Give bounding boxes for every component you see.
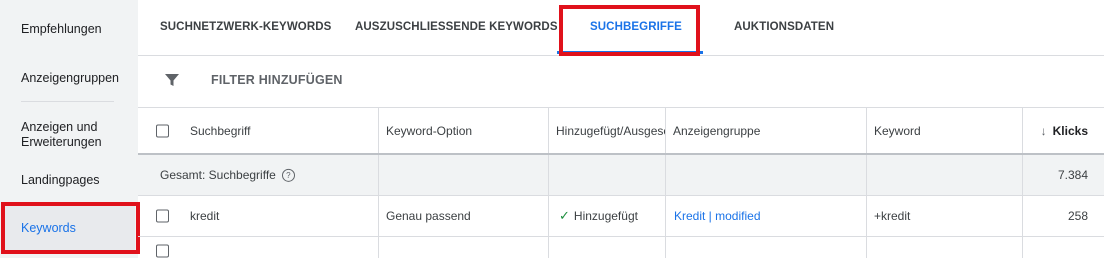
add-filter-button[interactable]: FILTER HINZUFÜGEN xyxy=(211,73,343,87)
tab-bar: SUCHNETZWERK-KEYWORDS AUSZUSCHLIESSENDE … xyxy=(138,0,1104,56)
sidebar-item-keywords[interactable]: Keywords xyxy=(3,204,135,252)
column-header-keyword-option-label: Keyword-Option xyxy=(386,123,473,138)
cell-keyword xyxy=(867,237,1023,258)
tab-suchbegriffe[interactable]: SUCHBEGRIFFE xyxy=(590,21,682,33)
filter-bar: FILTER HINZUFÜGEN xyxy=(138,56,1104,108)
cell-anzeigengruppe: Kredit | modified xyxy=(666,196,867,236)
column-header-suchbegriff-label: Suchbegriff xyxy=(190,123,251,138)
row-checkbox[interactable] xyxy=(156,244,169,258)
sidebar-item-anzeigengruppen[interactable]: Anzeigengruppen xyxy=(21,71,119,86)
total-label-cell: Gesamt: Suchbegriffe? xyxy=(138,155,379,195)
column-header-keyword-option[interactable]: Keyword-Option xyxy=(379,108,549,153)
table-total-row: Gesamt: Suchbegriffe? 7.384 xyxy=(138,155,1104,196)
column-header-keyword-label: Keyword xyxy=(874,123,921,138)
column-header-keyword[interactable]: Keyword xyxy=(867,108,1023,153)
keyword-option-text: Genau passend xyxy=(386,209,471,223)
cell-suchbegriff xyxy=(138,237,379,258)
tab-suchnetzwerk-keywords[interactable]: SUCHNETZWERK-KEYWORDS xyxy=(160,21,331,33)
sidebar-item-keywords-label: Keywords xyxy=(21,221,76,235)
status-wrap: ✓ Hinzugefügt xyxy=(559,208,638,224)
column-header-anzeigengruppe[interactable]: Anzeigengruppe xyxy=(666,108,867,153)
sidebar-item-anzeigen-erweiterungen[interactable]: Anzeigen und Erweiterungen xyxy=(21,120,102,150)
row-checkbox[interactable] xyxy=(156,209,169,223)
search-terms-table: Suchbegriff Keyword-Option Hinzugefügt/A… xyxy=(138,108,1104,258)
column-header-status-label: Hinzugefügt/Ausgeschlossen xyxy=(556,123,666,138)
column-header-klicks[interactable]: ↓ Klicks xyxy=(1023,108,1104,153)
arrow-down-icon: ↓ xyxy=(1040,123,1047,138)
total-cell xyxy=(379,155,549,195)
table-row xyxy=(138,237,1104,258)
total-label: Gesamt: Suchbegriffe xyxy=(160,167,276,182)
cell-status xyxy=(549,237,666,258)
active-tab-indicator xyxy=(557,51,703,54)
table-row: kredit Genau passend ✓ Hinzugefügt Kredit… xyxy=(138,196,1104,237)
cell-anzeigengruppe xyxy=(666,237,867,258)
total-label-wrap: Gesamt: Suchbegriffe? xyxy=(160,167,295,183)
cell-keyword-option xyxy=(379,237,549,258)
sidebar-item-landingpages[interactable]: Landingpages xyxy=(21,173,100,188)
keyword-text: +kredit xyxy=(874,209,911,223)
suchbegriff-text: kredit xyxy=(190,209,220,223)
status-text: Hinzugefügt xyxy=(573,209,638,223)
table-header-row: Suchbegriff Keyword-Option Hinzugefügt/A… xyxy=(138,108,1104,155)
sidebar-divider xyxy=(21,101,114,102)
select-all-checkbox[interactable] xyxy=(156,124,169,137)
filter-icon[interactable] xyxy=(164,72,180,88)
cell-klicks: 258 xyxy=(1023,196,1104,236)
column-header-klicks-wrap: ↓ Klicks xyxy=(1041,124,1088,138)
total-cell xyxy=(867,155,1023,195)
cell-suchbegriff: kredit xyxy=(138,196,379,236)
cell-status: ✓ Hinzugefügt xyxy=(549,196,666,236)
klicks-value: 258 xyxy=(1067,209,1088,223)
column-header-anzeigengruppe-label: Anzeigengruppe xyxy=(673,123,761,138)
anzeigengruppe-link[interactable]: Kredit | modified xyxy=(674,209,761,223)
total-cell xyxy=(666,155,867,195)
sidebar: Empfehlungen Anzeigengruppen Anzeigen un… xyxy=(0,0,138,258)
column-header-status[interactable]: Hinzugefügt/Ausgeschlossen xyxy=(549,108,666,153)
total-klicks-cell: 7.384 xyxy=(1023,155,1104,195)
sidebar-item-empfehlungen[interactable]: Empfehlungen xyxy=(21,22,102,37)
cell-klicks xyxy=(1023,237,1104,258)
column-header-klicks-label: Klicks xyxy=(1052,123,1088,138)
tab-auszuschliessende-keywords[interactable]: AUSZUSCHLIESSENDE KEYWORDS xyxy=(355,21,558,33)
column-header-suchbegriff[interactable]: Suchbegriff xyxy=(138,108,379,153)
total-cell xyxy=(549,155,666,195)
cell-keyword: +kredit xyxy=(867,196,1023,236)
checkmark-icon: ✓ xyxy=(559,208,570,223)
cell-keyword-option: Genau passend xyxy=(379,196,549,236)
help-icon[interactable]: ? xyxy=(281,169,295,183)
tab-auktionsdaten[interactable]: AUKTIONSDATEN xyxy=(734,21,834,33)
total-klicks: 7.384 xyxy=(1057,168,1088,182)
